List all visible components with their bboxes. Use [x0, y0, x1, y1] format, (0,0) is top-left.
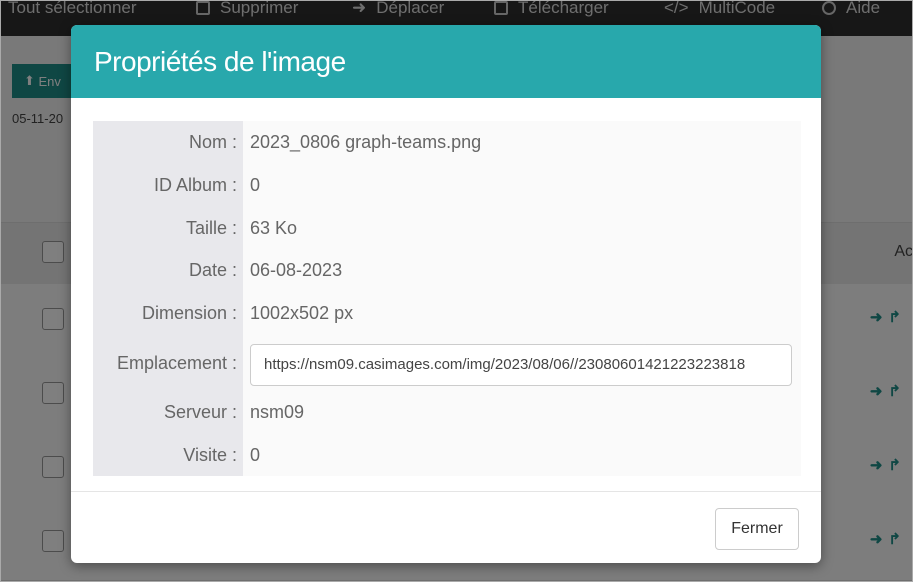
property-row-album: ID Album : 0	[93, 170, 801, 200]
property-label: Nom :	[188, 132, 237, 152]
property-label: Emplacement :	[116, 353, 237, 373]
property-row-visite: Visite : 0	[93, 440, 801, 470]
property-row-date: Date : 06-08-2023	[93, 255, 801, 285]
property-label: Visite :	[183, 445, 237, 465]
property-row-dimension: Dimension : 1002x502 px	[93, 298, 801, 328]
property-label: ID Album :	[153, 175, 237, 195]
dialog-footer: Fermer	[71, 491, 821, 563]
dialog-header: Propriétés de l'image	[71, 25, 821, 98]
image-url-field[interactable]: https://nsm09.casimages.com/img/2023/08/…	[250, 344, 792, 386]
property-label: Serveur :	[163, 402, 237, 422]
property-value: 2023_0806 graph-teams.png	[250, 132, 482, 152]
image-properties-dialog: Propriétés de l'image Nom : 2023_0806 gr…	[71, 25, 821, 563]
property-row-serveur: Serveur : nsm09	[93, 397, 801, 427]
property-label: Dimension :	[141, 303, 237, 323]
property-value: nsm09	[250, 402, 305, 422]
property-row-emplacement: Emplacement : https://nsm09.casimages.co…	[93, 344, 801, 386]
property-value: 1002x502 px	[250, 303, 354, 323]
properties-table: Nom : 2023_0806 graph-teams.png ID Album…	[93, 121, 801, 476]
property-value: 06-08-2023	[250, 260, 343, 280]
close-button[interactable]: Fermer	[715, 508, 799, 550]
dialog-title: Propriétés de l'image	[94, 45, 346, 77]
property-row-taille: Taille : 63 Ko	[93, 213, 801, 243]
property-value: 0	[250, 445, 261, 465]
property-label: Taille :	[185, 218, 237, 238]
property-value: 0	[250, 175, 261, 195]
property-value: 63 Ko	[250, 218, 298, 238]
property-label: Date :	[188, 260, 237, 280]
property-row-nom: Nom : 2023_0806 graph-teams.png	[93, 127, 801, 157]
